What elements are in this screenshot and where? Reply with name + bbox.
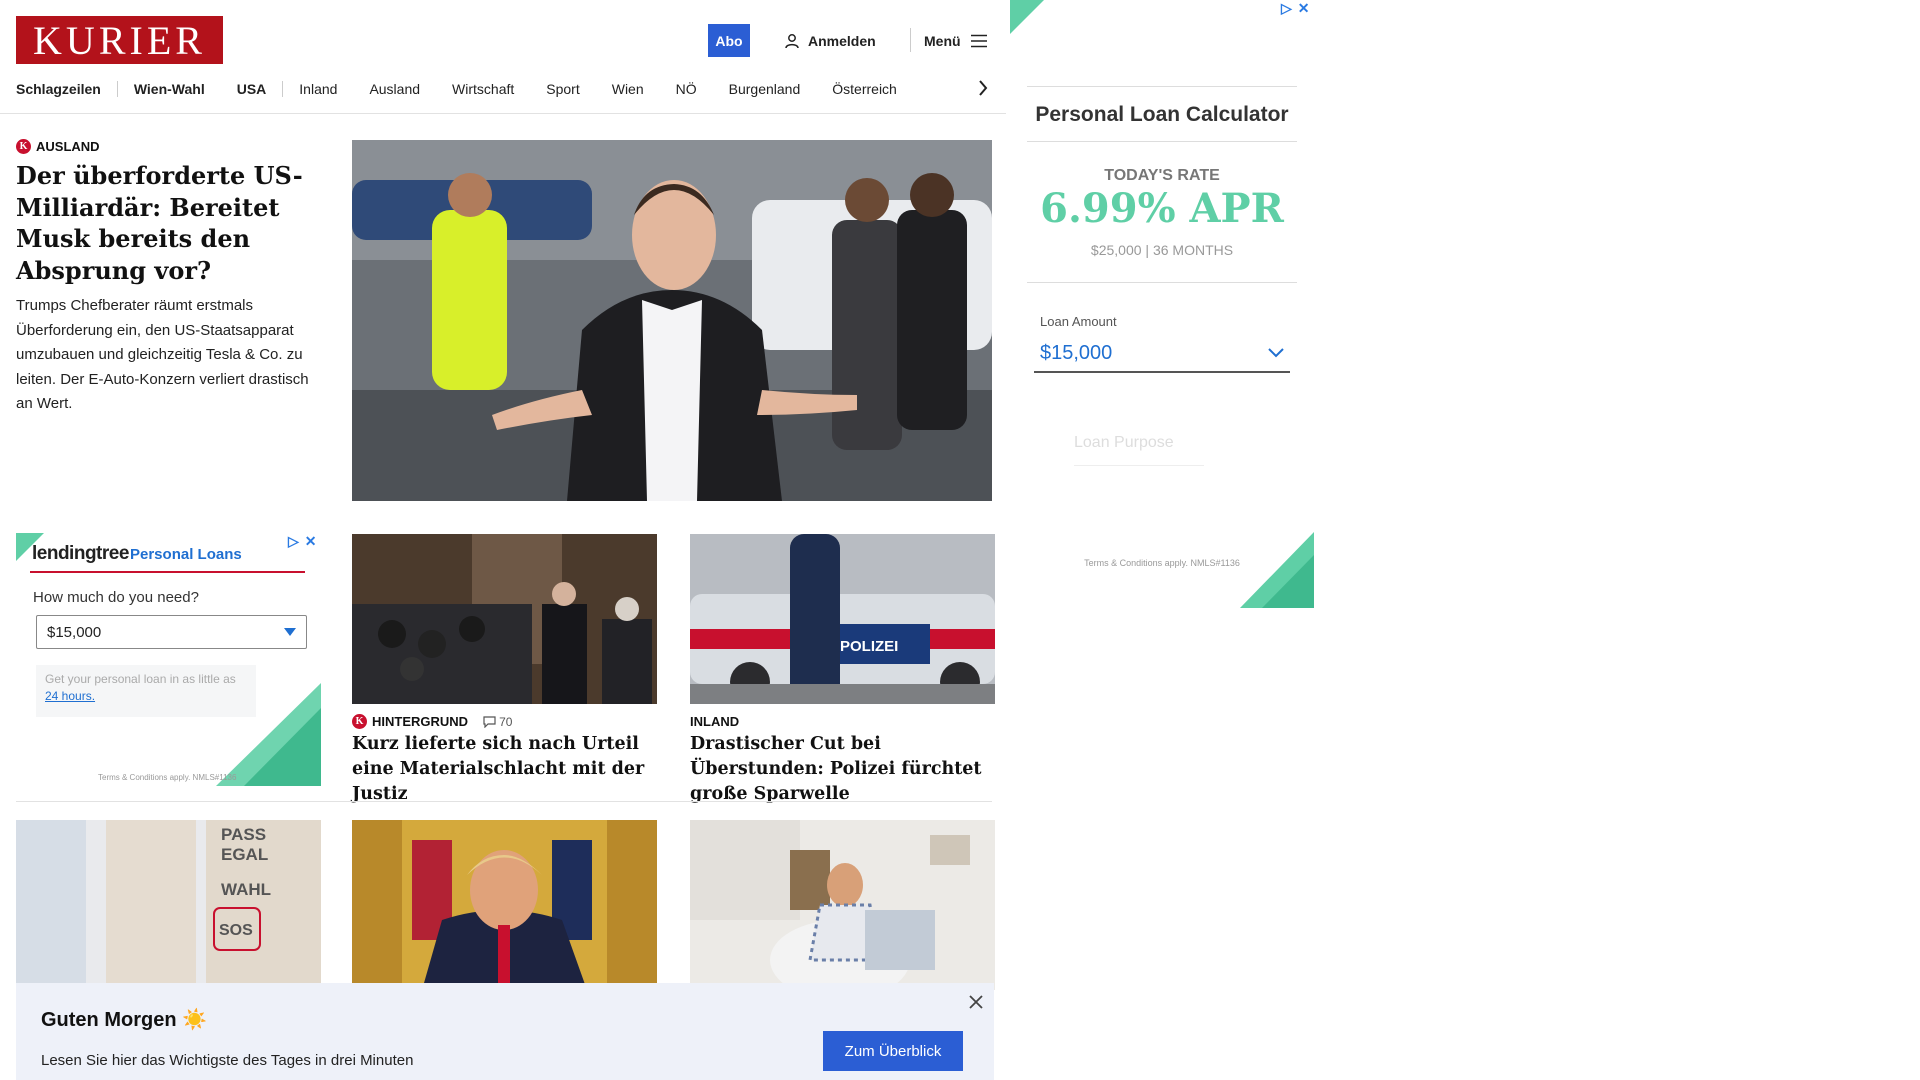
lead-image[interactable] xyxy=(352,140,992,501)
card-image-wahl[interactable]: PASS EGAL WAHL SOS xyxy=(16,820,321,990)
section-nav: Schlagzeilen Wien-Wahl USA Inland Auslan… xyxy=(16,76,1000,102)
nav-next-button[interactable] xyxy=(972,76,994,100)
svg-text:POLIZEI: POLIZEI xyxy=(840,638,898,655)
close-icon xyxy=(969,995,983,1009)
rate-label: TODAY'S RATE xyxy=(1104,167,1220,184)
sun-icon: ☀️ xyxy=(182,1009,208,1031)
ad-product: Personal Loans xyxy=(130,546,242,563)
card-headline-kurz[interactable]: Kurz lieferte sich nach Urteil eine Mate… xyxy=(352,732,657,807)
lead-headline[interactable]: Der überforderte US-Milliardär: Bereitet… xyxy=(16,160,316,286)
comment-count-value: 70 xyxy=(499,714,513,729)
lead-kicker[interactable]: K AUSLAND xyxy=(16,139,100,154)
svg-text:WAHL: WAHL xyxy=(221,880,271,899)
login-label: Anmelden xyxy=(808,33,876,49)
caret-down-icon xyxy=(284,628,296,636)
user-icon xyxy=(785,34,799,49)
ad-promo: Get your personal loan in as little as 2… xyxy=(36,665,256,717)
calc-title: Personal Loan Calculator xyxy=(1035,103,1289,126)
card-headline-polizei[interactable]: Drastischer Cut bei Überstunden: Polizei… xyxy=(690,732,995,807)
toast-title: Guten Morgen ☀️ xyxy=(41,1007,207,1032)
ad-promo-link[interactable]: 24 hours. xyxy=(45,689,95,703)
card-image-polizei[interactable]: POLIZEI xyxy=(690,534,995,704)
toast-close-button[interactable] xyxy=(966,992,986,1012)
nav-item-noe[interactable]: NÖ xyxy=(660,81,713,97)
nav-item-oesterreich[interactable]: Österreich xyxy=(816,81,913,97)
ad-choices[interactable]: ▷ ✕ xyxy=(288,533,317,550)
loan-calculator-ad[interactable]: ▷ ✕ Personal Loan Calculator TODAY'S RAT… xyxy=(1010,0,1314,608)
menu-button[interactable]: Menü xyxy=(924,30,987,52)
calc-divider xyxy=(1027,141,1297,142)
kurier-plus-icon: K xyxy=(16,139,31,154)
close-icon: ✕ xyxy=(1297,0,1310,16)
calc-divider xyxy=(1027,282,1297,283)
loan-amount-select[interactable]: $15,000 xyxy=(1034,335,1290,373)
loan-purpose-select[interactable]: Loan Purpose xyxy=(1074,434,1204,466)
hamburger-icon xyxy=(970,34,987,48)
svg-text:EGAL: EGAL xyxy=(221,845,268,864)
close-icon: ✕ xyxy=(304,533,317,549)
abo-button[interactable]: Abo xyxy=(708,24,750,57)
nav-item-ausland[interactable]: Ausland xyxy=(353,81,436,97)
adchoices-icon: ▷ xyxy=(288,533,299,549)
header-divider xyxy=(910,28,911,52)
rate-value: 6.99% APR xyxy=(1040,185,1284,232)
ad-question: How much do you need? xyxy=(33,589,199,606)
loan-amount-label: Loan Amount xyxy=(1040,314,1117,329)
calc-terms: Terms & Conditions apply. NMLS#1136 xyxy=(1084,558,1240,568)
chevron-down-icon xyxy=(1268,348,1284,358)
nav-item-schlagzeilen[interactable]: Schlagzeilen xyxy=(16,81,117,97)
rate-detail: $25,000 | 36 MONTHS xyxy=(1090,242,1234,258)
ad-divider xyxy=(30,571,305,573)
ad-choices[interactable]: ▷ ✕ xyxy=(1281,0,1310,17)
card-image-kurz[interactable] xyxy=(352,534,657,704)
nav-item-usa[interactable]: USA xyxy=(221,81,283,97)
calc-divider xyxy=(1027,86,1297,87)
overview-button[interactable]: Zum Überblick xyxy=(823,1031,963,1071)
lead-teaser[interactable]: Trumps Chefberater räumt erstmals Überfo… xyxy=(16,294,316,417)
card-kicker-inland[interactable]: INLAND xyxy=(690,714,739,729)
amount-value: $15,000 xyxy=(47,623,102,641)
chevron-right-icon xyxy=(979,80,988,96)
nav-item-burgenland[interactable]: Burgenland xyxy=(713,81,817,97)
nav-item-wirtschaft[interactable]: Wirtschaft xyxy=(436,81,530,97)
ad-terms: Terms & Conditions apply. NMLS#1136 xyxy=(98,773,237,782)
svg-text:PASS: PASS xyxy=(221,825,266,844)
comment-count[interactable]: 70 xyxy=(483,715,512,729)
menu-label: Menü xyxy=(924,33,961,49)
lendingtree-ad[interactable]: ▷ ✕ lendingtree Personal Loans How much … xyxy=(16,533,321,786)
comment-icon xyxy=(483,715,496,728)
card-kicker-label: HINTERGRUND xyxy=(372,714,469,729)
nav-item-sport[interactable]: Sport xyxy=(530,81,595,97)
card-kicker-hintergrund[interactable]: K HINTERGRUND 70 xyxy=(352,714,512,729)
row-divider xyxy=(16,801,992,802)
loan-amount-value: $15,000 xyxy=(1040,341,1113,364)
lendingtree-logo: lendingtree xyxy=(32,543,129,564)
amount-select[interactable]: $15,000 xyxy=(36,615,307,649)
svg-text:SOS: SOS xyxy=(219,922,253,939)
ad-promo-text: Get your personal loan in as little as xyxy=(45,672,236,686)
card-image-trump[interactable] xyxy=(352,820,657,990)
morning-briefing-banner: Guten Morgen ☀️ Lesen Sie hier das Wicht… xyxy=(16,983,994,1080)
adchoices-icon: ▷ xyxy=(1281,0,1292,16)
nav-item-wien[interactable]: Wien xyxy=(596,81,660,97)
login-button[interactable]: Anmelden xyxy=(784,30,876,52)
toast-text: Lesen Sie hier das Wichtigste des Tages … xyxy=(41,1052,414,1069)
lead-kicker-label: AUSLAND xyxy=(36,139,100,154)
nav-item-inland[interactable]: Inland xyxy=(283,81,353,97)
header-divider-line xyxy=(0,113,1006,114)
card-image-woman[interactable] xyxy=(690,820,995,990)
kurier-logo[interactable]: KURIER xyxy=(16,16,223,64)
toast-title-text: Guten Morgen xyxy=(41,1009,177,1031)
nav-item-wien-wahl[interactable]: Wien-Wahl xyxy=(118,81,221,97)
kurier-plus-icon: K xyxy=(352,714,367,729)
